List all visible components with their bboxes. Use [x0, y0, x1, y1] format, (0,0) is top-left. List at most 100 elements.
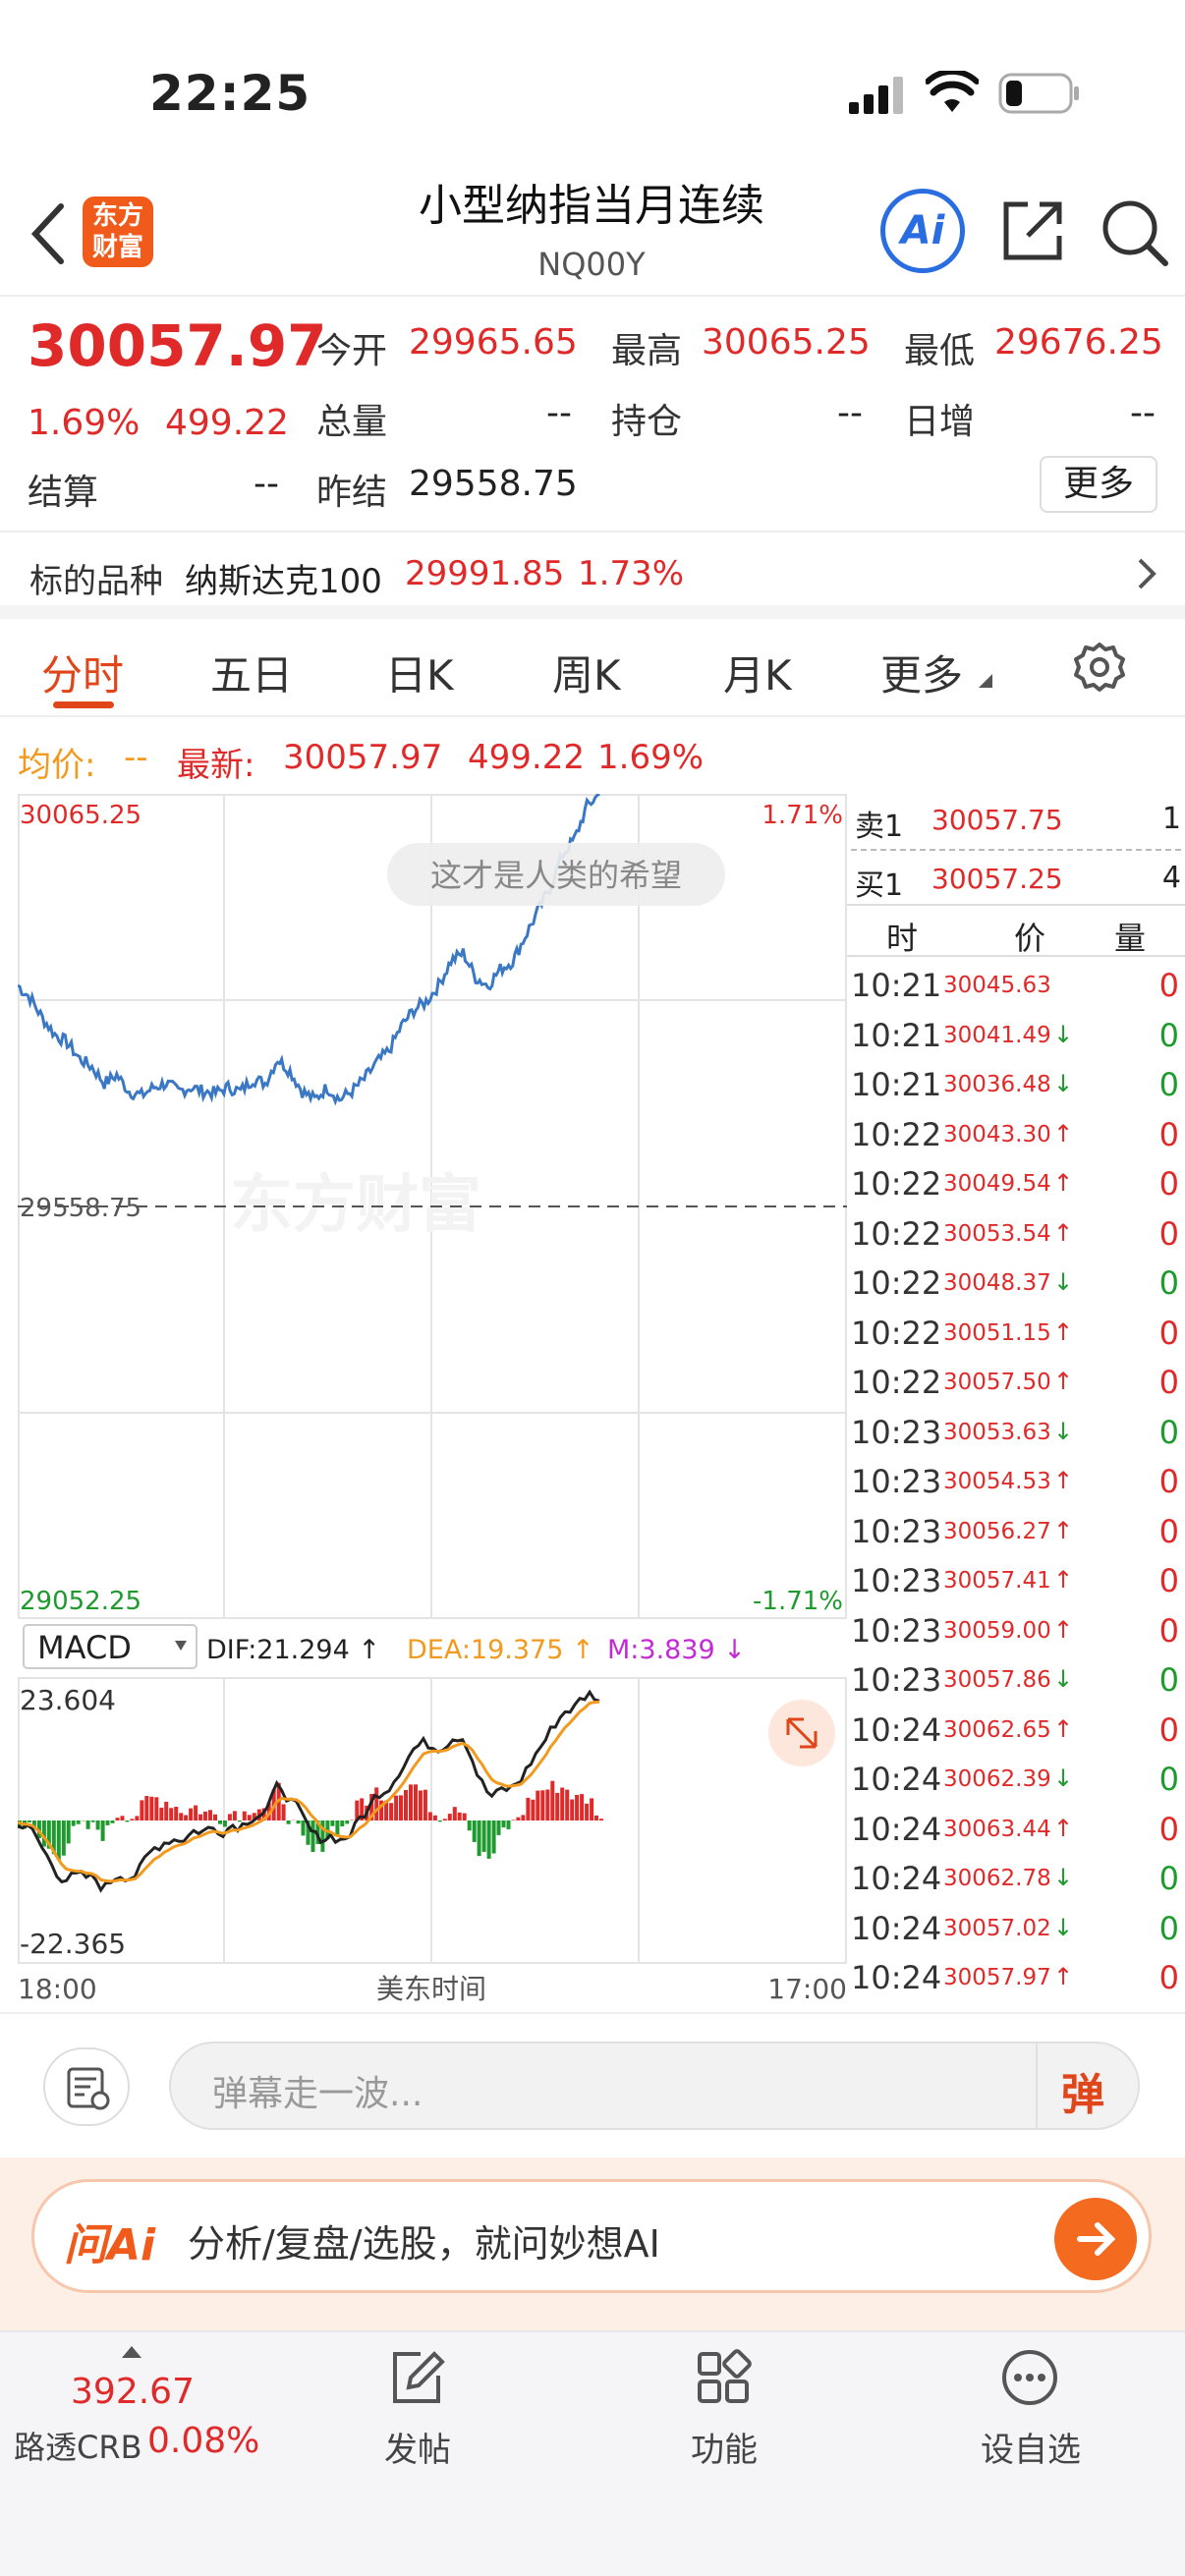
- intraday-price-bar: 均价: -- 最新: 30057.97 499.22 1.69%: [0, 732, 1185, 785]
- ai-button[interactable]: Ai: [880, 189, 965, 273]
- prev-settle-value: 29558.75: [409, 464, 578, 504]
- tab-intraday[interactable]: 分时: [41, 643, 124, 702]
- tab-monthly-k[interactable]: 月K: [723, 643, 792, 702]
- y-bottom-label: 29052.25: [20, 1587, 141, 1616]
- macd-bar: [71, 1820, 76, 1826]
- tick-price: 30057.97: [943, 1965, 1051, 1990]
- macd-bar: [462, 1813, 467, 1820]
- danmu-settings-button[interactable]: [43, 2047, 130, 2126]
- macd-bar: [115, 1818, 120, 1820]
- intraday-chart[interactable]: 东方财富 30065.25 29558.75 29052.25 1.71% -1…: [17, 792, 847, 2012]
- tick-row: 10:23 30057.41 ↑ 0: [847, 1556, 1185, 1605]
- underlying-row[interactable]: 标的品种 纳斯达克100 29991.85 1.73%: [0, 534, 1185, 619]
- watchlist-label: 设自选: [981, 2431, 1081, 2470]
- tick-qty: 0: [1158, 1016, 1179, 1054]
- tick-price: 30059.00: [943, 1617, 1051, 1644]
- macd-bar: [149, 1796, 154, 1820]
- share-icon[interactable]: [998, 196, 1067, 265]
- tick-time: 10:23: [851, 1463, 942, 1500]
- danmu-send-button[interactable]: 弹: [1061, 2059, 1104, 2122]
- post-label: 发帖: [384, 2431, 451, 2470]
- tick-direction-icon: ↓: [1053, 1417, 1074, 1445]
- book-divider: [851, 849, 1181, 851]
- tick-price: 30053.63: [943, 1419, 1051, 1445]
- search-icon[interactable]: [1099, 196, 1169, 267]
- macd-bar: [222, 1820, 227, 1827]
- macd-bar: [85, 1820, 90, 1829]
- ticks-header: 时 价 量: [847, 904, 1185, 957]
- nav-header: 东方 财富 小型纳指当月连续 NQ00Y Ai: [0, 177, 1185, 297]
- tick-direction-icon: ↓: [1053, 1070, 1074, 1097]
- tab-weekly-k[interactable]: 周K: [552, 643, 621, 702]
- tab-five-day[interactable]: 五日: [210, 643, 293, 702]
- tick-row: 10:23 30059.00 ↑ 0: [847, 1606, 1185, 1655]
- back-arrow-icon[interactable]: [29, 202, 69, 265]
- macd-bar: [184, 1815, 189, 1820]
- buy-1-price: 30057.25: [931, 863, 1063, 895]
- more-button[interactable]: 更多: [1040, 456, 1157, 513]
- tick-row: 10:22 30053.54 ↑ 0: [847, 1209, 1185, 1259]
- tick-row: 10:24 30062.39 ↓ 0: [847, 1755, 1185, 1804]
- tick-price: 30057.50: [943, 1370, 1051, 1395]
- tab-active-indicator: [53, 701, 114, 708]
- signal-icon: [849, 77, 903, 114]
- macd-bar: [491, 1820, 496, 1854]
- tick-direction-icon: ↑: [1053, 1368, 1074, 1395]
- change-pct: 1.69%: [28, 403, 141, 443]
- latest-label: 最新:: [177, 746, 255, 785]
- chart-canvas[interactable]: 东方财富 30065.25 29558.75 29052.25 1.71% -1…: [17, 792, 847, 2012]
- ai-input[interactable]: 问Ai 分析/复盘/选股，就问妙想AI: [31, 2179, 1152, 2293]
- tick-row: 10:22 30057.50 ↑ 0: [847, 1358, 1185, 1407]
- tick-direction-icon: ↓: [1053, 1864, 1074, 1891]
- macd-bar: [27, 1820, 31, 1822]
- index-pct: 0.08%: [147, 2421, 260, 2461]
- tick-row: 10:24 30057.02 ↓ 0: [847, 1904, 1185, 1953]
- danmu-input[interactable]: 弹幕走一波... 弹: [169, 2042, 1140, 2130]
- macd-bar: [179, 1813, 184, 1820]
- tick-price: 30063.44: [943, 1816, 1051, 1842]
- tick-price: 30057.86: [943, 1667, 1051, 1693]
- macd-bar: [550, 1780, 555, 1820]
- status-bar: 22:25: [0, 0, 1185, 177]
- underlying-pct: 1.73%: [578, 554, 685, 593]
- wifi-icon: [926, 71, 979, 112]
- tick-time: 10:22: [851, 1314, 942, 1352]
- tick-row: 10:24 30062.65 ↑ 0: [847, 1706, 1185, 1755]
- add-watchlist-button[interactable]: 设自选: [937, 2332, 1124, 2529]
- macd-bar: [154, 1797, 159, 1820]
- macd-top-label: 23.604: [20, 1684, 116, 1716]
- tick-price: 30062.78: [943, 1866, 1051, 1891]
- tick-row: 10:22 30051.15 ↑ 0: [847, 1309, 1185, 1358]
- logo-text-1: 东方: [91, 201, 143, 231]
- tick-direction-icon: ↓: [1053, 1665, 1074, 1693]
- macd-bar: [194, 1805, 198, 1820]
- index-ticker[interactable]: 392.67 路透CRB 0.08%: [0, 2332, 265, 2529]
- tick-time: 10:21: [851, 1066, 942, 1103]
- high-label: 最高: [611, 331, 683, 371]
- tick-panel: 卖1 30057.75 1 买1 30057.25 4 时 价 量 10:21 3…: [847, 794, 1185, 2012]
- tick-row: 10:21 30041.49 ↓ 0: [847, 1011, 1185, 1060]
- ticks-head-price: 价: [1014, 920, 1046, 957]
- tick-row: 10:24 30057.97 ↑ 0: [847, 1953, 1185, 2002]
- ai-brand: 问Ai: [64, 2220, 156, 2270]
- buy-1-qty: 4: [1161, 861, 1181, 895]
- tick-qty: 0: [1158, 1512, 1179, 1550]
- app-logo[interactable]: 东方 财富: [83, 196, 153, 267]
- tab-daily-k[interactable]: 日K: [385, 643, 454, 702]
- macd-dif-line: [17, 1689, 600, 1893]
- function-button[interactable]: 功能: [631, 2332, 818, 2529]
- macd-bar: [575, 1795, 580, 1820]
- tab-more[interactable]: 更多: [880, 643, 963, 702]
- oi-label: 持仓: [611, 402, 683, 442]
- ai-go-button[interactable]: [1054, 2198, 1137, 2280]
- tick-qty: 0: [1158, 1364, 1179, 1401]
- tick-time: 10:22: [851, 1214, 942, 1253]
- post-button[interactable]: 发帖: [324, 2332, 511, 2529]
- sell-1-row: 卖1 30057.75 1: [847, 794, 1185, 844]
- tick-row: 10:23 30054.53 ↑ 0: [847, 1457, 1185, 1506]
- tick-qty: 0: [1158, 1562, 1179, 1599]
- macd-bar: [232, 1811, 237, 1820]
- pct-bottom-label: -1.71%: [753, 1587, 843, 1616]
- gear-icon[interactable]: [1073, 641, 1126, 694]
- tick-time: 10:23: [851, 1661, 942, 1699]
